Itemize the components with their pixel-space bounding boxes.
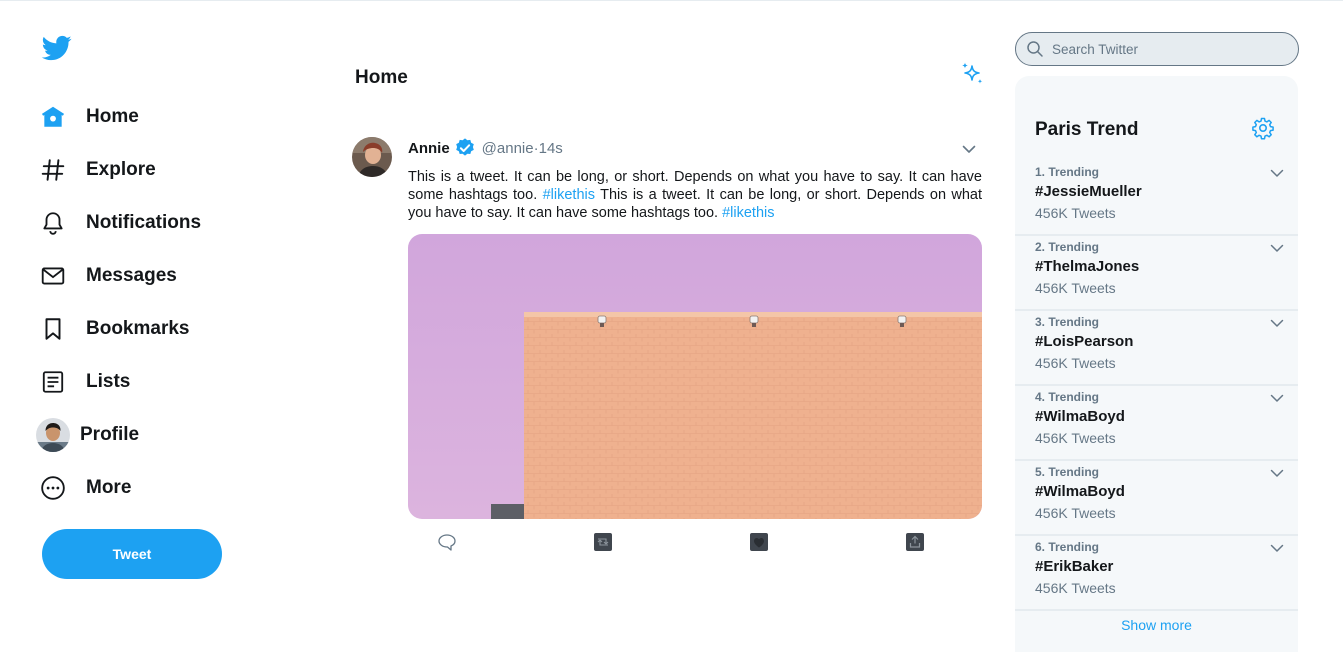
trend-rank: 6. Trending [1035,540,1100,554]
trend-item[interactable]: 1. Trending #JessieMueller 456K Tweets [1015,161,1298,236]
reply-icon[interactable] [437,532,457,552]
trend-rank: 5. Trending [1035,465,1100,479]
tweet-author-name[interactable]: Annie [408,140,450,157]
nav-item-home[interactable]: Home [40,90,300,143]
nav-item-profile[interactable]: Profile [36,408,300,461]
bird-icon[interactable] [40,33,74,63]
tweet-actions [408,532,982,554]
trend-hashtag[interactable]: #WilmaBoyd [1035,408,1125,425]
hashtag-icon [40,157,66,183]
nav-label-bookmarks: Bookmarks [86,317,190,339]
hashtag-link[interactable]: #likethis [543,187,595,203]
trend-item[interactable]: 2. Trending #ThelmaJones 456K Tweets [1015,236,1298,311]
trends-title: Paris Trend [1035,119,1139,140]
list-icon [40,369,66,395]
share-icon[interactable] [905,532,925,552]
nav-label-lists: Lists [86,370,131,392]
bookmark-icon [40,316,66,342]
tweet-header: Annie @annie · 14s [408,137,563,159]
tweet-text: This is a tweet. It can be long, or shor… [408,168,982,222]
trend-rank: 3. Trending [1035,315,1100,329]
trend-tweet-count: 456K Tweets [1035,205,1116,221]
trend-hashtag[interactable]: #LoisPearson [1035,333,1133,350]
search-bar[interactable] [1015,32,1299,66]
tweet-handle[interactable]: @annie [482,140,534,157]
primary-nav: Home Explore Notifications Messages Book… [36,90,300,514]
nav-label-explore: Explore [86,158,156,180]
nav-label-profile: Profile [80,423,140,445]
trend-item[interactable]: 4. Trending #WilmaBoyd 456K Tweets [1015,386,1298,461]
trend-item[interactable]: 5. Trending #WilmaBoyd 456K Tweets [1015,461,1298,536]
more-circle-icon [40,475,66,501]
trend-hashtag[interactable]: #JessieMueller [1035,183,1142,200]
trends-panel: Paris Trend 1. Trending #JessieMueller 4… [1015,76,1298,652]
nav-label-more: More [86,476,132,498]
hashtag-link[interactable]: #likethis [722,205,774,221]
chevron-down-icon[interactable] [1269,390,1285,406]
chevron-down-icon[interactable] [1269,315,1285,331]
bell-icon [40,210,66,236]
trend-item[interactable]: 6. Trending #ErikBaker 456K Tweets [1015,536,1298,611]
tweet-button[interactable]: Tweet [42,529,222,579]
envelope-icon [40,263,66,289]
trend-rank: 2. Trending [1035,240,1100,254]
trend-rank: 4. Trending [1035,390,1100,404]
trend-tweet-count: 456K Tweets [1035,430,1116,446]
trend-list: 1. Trending #JessieMueller 456K Tweets 2… [1015,161,1298,611]
trend-hashtag[interactable]: #ThelmaJones [1035,258,1139,275]
tweet-media-image[interactable] [408,234,982,519]
chevron-down-icon[interactable] [1269,540,1285,556]
trend-item[interactable]: 3. Trending #LoisPearson 456K Tweets [1015,311,1298,386]
trend-hashtag[interactable]: #WilmaBoyd [1035,483,1125,500]
chevron-down-icon[interactable] [1269,240,1285,256]
nav-item-messages[interactable]: Messages [40,249,300,302]
nav-item-more[interactable]: More [40,461,300,514]
nav-label-notifications: Notifications [86,211,202,233]
page-title: Home [355,67,408,88]
search-icon [1027,41,1043,57]
nav-label-messages: Messages [86,264,177,286]
verified-badge-icon [455,138,474,156]
tweet-avatar[interactable] [352,137,392,177]
trend-hashtag[interactable]: #ErikBaker [1035,558,1113,575]
trend-tweet-count: 456K Tweets [1035,580,1116,596]
retweet-icon[interactable] [593,532,613,552]
gear-icon[interactable] [1251,116,1275,140]
nav-label-home: Home [86,105,139,127]
like-icon[interactable] [749,532,769,552]
nav-item-lists[interactable]: Lists [40,355,300,408]
tweet-timestamp[interactable]: 14s [539,140,563,157]
chevron-down-icon[interactable] [1269,165,1285,181]
nav-item-bookmarks[interactable]: Bookmarks [40,302,300,355]
show-more-link[interactable]: Show more [1015,617,1298,633]
nav-item-explore[interactable]: Explore [40,143,300,196]
sparkle-icon[interactable] [958,60,986,88]
trend-rank: 1. Trending [1035,165,1100,179]
chevron-down-icon[interactable] [960,140,978,158]
top-border [0,0,1343,1]
trend-tweet-count: 456K Tweets [1035,355,1116,371]
search-input[interactable] [1052,41,1272,57]
trend-tweet-count: 456K Tweets [1035,280,1116,296]
nav-item-notifications[interactable]: Notifications [40,196,300,249]
chevron-down-icon[interactable] [1269,465,1285,481]
avatar [36,417,70,452]
home-icon [40,104,66,130]
trend-tweet-count: 456K Tweets [1035,505,1116,521]
